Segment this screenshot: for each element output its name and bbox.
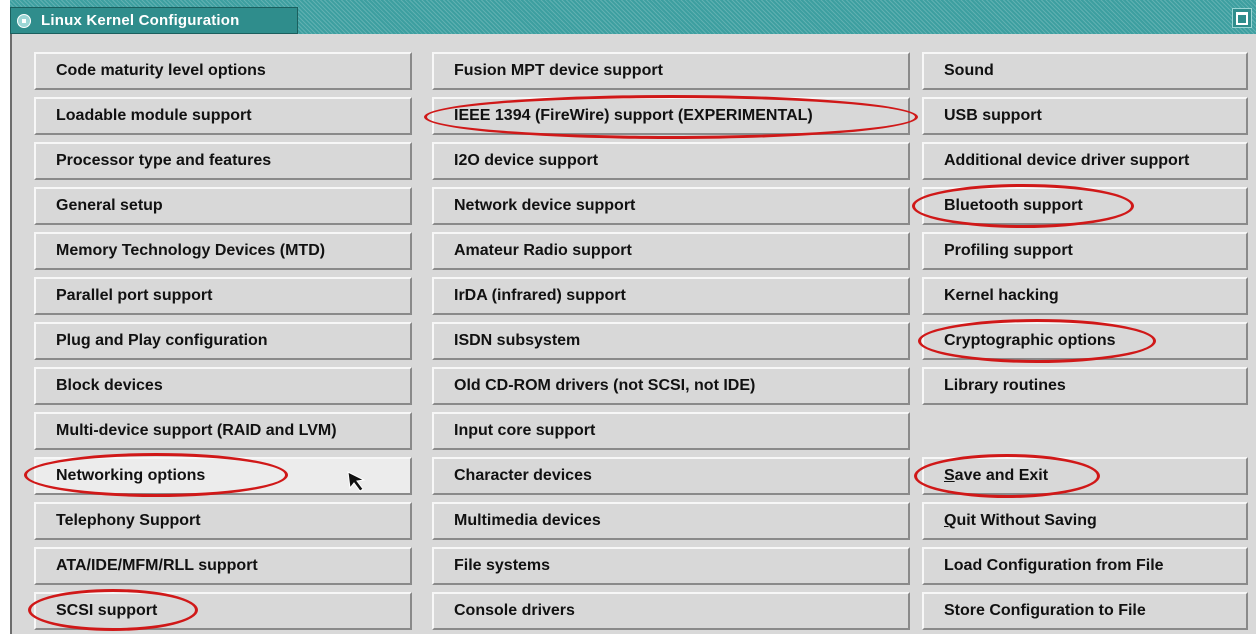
menu-button-isdn[interactable]: ISDN subsystem <box>432 322 910 360</box>
menu-button-old-cdrom[interactable]: Old CD-ROM drivers (not SCSI, not IDE) <box>432 367 910 405</box>
mouse-pointer-icon <box>347 471 366 492</box>
menu-button-loadable-module[interactable]: Loadable module support <box>34 97 412 135</box>
menu-button-i2o[interactable]: I2O device support <box>432 142 910 180</box>
maximize-icon[interactable] <box>1232 8 1252 28</box>
menu-button-sound[interactable]: Sound <box>922 52 1248 90</box>
save-label: ave and Exit <box>954 467 1049 484</box>
quit-without-saving-button[interactable]: Quit Without Saving <box>922 502 1248 540</box>
menu-button-multimedia[interactable]: Multimedia devices <box>432 502 910 540</box>
menu-button-processor-type[interactable]: Processor type and features <box>34 142 412 180</box>
quit-mnemonic: Q <box>944 512 957 529</box>
menu-button-input-core[interactable]: Input core support <box>432 412 910 450</box>
menu-button-general-setup[interactable]: General setup <box>34 187 412 225</box>
menu-button-usb[interactable]: USB support <box>922 97 1248 135</box>
menu-button-block-devices[interactable]: Block devices <box>34 367 412 405</box>
store-config-button[interactable]: Store Configuration to File <box>922 592 1248 630</box>
menu-button-file-systems[interactable]: File systems <box>432 547 910 585</box>
menu-button-console-drivers[interactable]: Console drivers <box>432 592 910 630</box>
menu-button-library-routines[interactable]: Library routines <box>922 367 1248 405</box>
window-title: Linux Kernel Configuration <box>41 12 240 29</box>
menu-button-plug-and-play[interactable]: Plug and Play configuration <box>34 322 412 360</box>
menu-button-ata-ide[interactable]: ATA/IDE/MFM/RLL support <box>34 547 412 585</box>
menu-button-bluetooth[interactable]: Bluetooth support <box>922 187 1248 225</box>
menu-button-network-device[interactable]: Network device support <box>432 187 910 225</box>
menu-button-profiling[interactable]: Profiling support <box>922 232 1248 270</box>
window-title-box[interactable]: Linux Kernel Configuration <box>10 7 298 34</box>
config-menu-panel: Code maturity level options Loadable mod… <box>10 34 1256 634</box>
save-and-exit-button[interactable]: Save and Exit <box>922 457 1248 495</box>
menu-button-multi-device[interactable]: Multi-device support (RAID and LVM) <box>34 412 412 450</box>
window-menu-icon[interactable] <box>17 13 31 28</box>
menu-button-parallel-port[interactable]: Parallel port support <box>34 277 412 315</box>
menu-button-code-maturity[interactable]: Code maturity level options <box>34 52 412 90</box>
menu-button-telephony[interactable]: Telephony Support <box>34 502 412 540</box>
menu-button-character-devices[interactable]: Character devices <box>432 457 910 495</box>
save-mnemonic: S <box>944 467 955 484</box>
quit-label: uit Without Saving <box>956 512 1097 529</box>
menu-button-fusion-mpt[interactable]: Fusion MPT device support <box>432 52 910 90</box>
menu-button-cryptographic[interactable]: Cryptographic options <box>922 322 1248 360</box>
menu-button-irda[interactable]: IrDA (infrared) support <box>432 277 910 315</box>
menu-button-ieee1394[interactable]: IEEE 1394 (FireWire) support (EXPERIMENT… <box>432 97 910 135</box>
load-config-button[interactable]: Load Configuration from File <box>922 547 1248 585</box>
menu-button-kernel-hacking[interactable]: Kernel hacking <box>922 277 1248 315</box>
menu-button-additional-drivers[interactable]: Additional device driver support <box>922 142 1248 180</box>
menu-button-amateur-radio[interactable]: Amateur Radio support <box>432 232 910 270</box>
window-titlebar[interactable]: Linux Kernel Configuration <box>10 0 1256 34</box>
menu-button-scsi-support[interactable]: SCSI support <box>34 592 412 630</box>
menu-button-mtd[interactable]: Memory Technology Devices (MTD) <box>34 232 412 270</box>
